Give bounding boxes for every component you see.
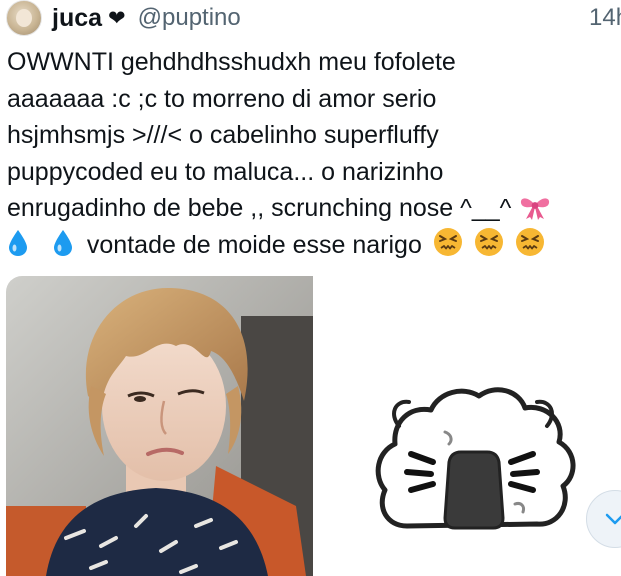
handle[interactable]: @puptino [138,4,241,32]
ribbon-emoji [521,198,550,220]
tweet-text-line: hsjmhsmjs >///< o cabelinho superfluffy [7,117,621,154]
chevron-down-icon [605,513,621,525]
tweet-text-line: OWWNTI gehdhdhsshudxh meu fofolete [7,44,621,81]
tweet-text-segment: OWWNTI gehdhdhsshudxh meu fofolete [7,48,456,76]
confounded-face-emoji [474,227,503,256]
media-sticker[interactable] [315,276,621,576]
tweet-text-segment: enrugadinho de bebe ,, scrunching nose ^… [7,194,512,222]
tweet-text-line: enrugadinho de bebe ,, scrunching nose ^… [7,190,621,227]
avatar-face [16,9,32,27]
confounded-face-emoji [515,227,544,256]
heart-icon: ❤ [108,6,126,30]
tweet-header: juca ❤ @puptino [52,2,241,34]
avatar[interactable] [6,0,42,36]
tweet[interactable]: juca ❤ @puptino 14h OWWNTI gehdhdhsshudx… [0,0,621,576]
media-grid [6,276,621,576]
onigiri-sticker-illustration [375,387,576,530]
tweet-text-line: vontade de moide esse narigo [7,227,621,264]
droplet-emoji [9,229,27,256]
tweet-text-segment: hsjmhsmjs >///< o cabelinho superfluffy [7,121,439,149]
media-photo[interactable] [6,276,313,576]
tweet-text-segment: puppycoded eu to maluca... o narizinho [7,157,444,186]
timestamp[interactable]: 14h [589,4,621,32]
tweet-text-segment: aaaaaaa :c ;c to morreno di amor serio [7,84,437,113]
confounded-face-emoji [433,227,462,256]
tweet-text: OWWNTI gehdhdhsshudxh meu fofolete aaaaa… [7,44,621,263]
tweet-text-segment: vontade de moide esse narigo [86,230,422,259]
tweet-text-line: aaaaaaa :c ;c to morreno di amor serio [7,81,621,118]
droplet-emoji [53,229,72,256]
photo-illustration [6,276,313,576]
display-name[interactable]: juca [52,4,102,33]
tweet-text-line: puppycoded eu to maluca... o narizinho [7,154,621,191]
